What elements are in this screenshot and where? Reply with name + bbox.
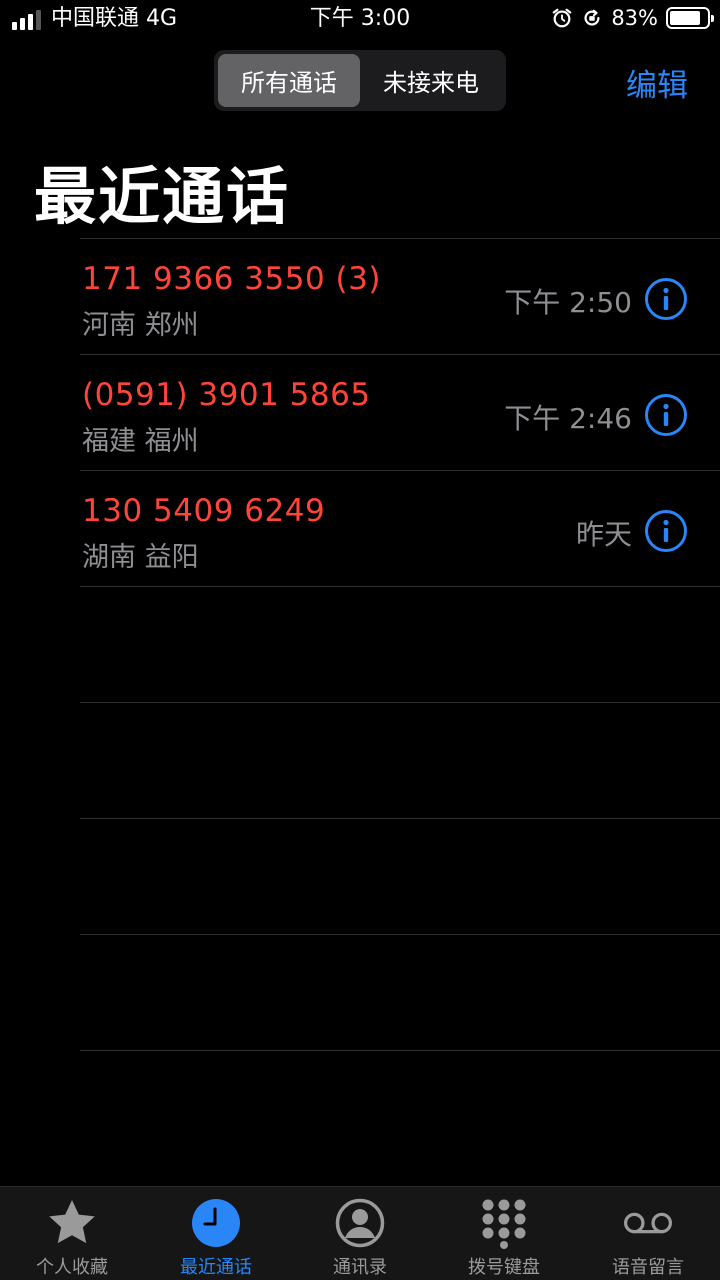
empty-row-separator	[80, 1050, 720, 1166]
edit-button[interactable]: 编辑	[626, 60, 688, 105]
tab-label: 个人收藏	[36, 1257, 108, 1278]
call-time: 下午 2:46	[504, 402, 632, 435]
star-icon	[46, 1197, 98, 1249]
call-row[interactable]: (0591) 3901 5865 福建 福州 下午 2:46	[80, 354, 720, 470]
page-title: 最近通话	[34, 160, 291, 233]
empty-row-separator	[80, 586, 720, 702]
call-row[interactable]: 171 9366 3550 (3) 河南 郑州 下午 2:50	[80, 238, 720, 354]
tab-voicemail[interactable]: 语音留言	[576, 1187, 720, 1280]
tab-keypad[interactable]: 拨号键盘	[432, 1187, 576, 1280]
recent-calls-list: 171 9366 3550 (3) 河南 郑州 下午 2:50 (0591) 3…	[80, 238, 720, 1166]
call-time: 下午 2:50	[504, 286, 632, 319]
tab-contacts[interactable]: 通讯录	[288, 1187, 432, 1280]
empty-row-separator	[80, 818, 720, 934]
call-number: 171 9366 3550 (3)	[82, 261, 381, 297]
orientation-lock-icon	[584, 9, 600, 26]
clock-icon	[190, 1197, 242, 1249]
call-location: 湖南 益阳	[82, 542, 199, 573]
keypad-icon	[478, 1197, 530, 1249]
call-time: 昨天	[575, 518, 632, 551]
battery-icon	[666, 7, 714, 29]
segment-all-calls[interactable]: 所有通话	[218, 54, 360, 107]
tab-label: 语音留言	[612, 1257, 684, 1278]
call-location: 福建 福州	[82, 426, 199, 457]
tab-label: 通讯录	[333, 1257, 387, 1278]
tab-label: 拨号键盘	[468, 1257, 540, 1278]
tab-recents[interactable]: 最近通话	[144, 1187, 288, 1280]
segment-missed-calls[interactable]: 未接来电	[360, 54, 502, 107]
battery-fill	[670, 11, 700, 25]
alarm-icon	[552, 8, 572, 28]
call-filter-segmented-control: 所有通话 未接来电	[214, 50, 506, 111]
status-bar: 中国联通 4G 下午 3:00 83%	[0, 0, 720, 40]
info-icon[interactable]	[644, 277, 688, 321]
voicemail-icon	[622, 1197, 674, 1249]
tab-label: 最近通话	[180, 1257, 252, 1278]
call-number: (0591) 3901 5865	[82, 377, 371, 413]
empty-row-separator	[80, 702, 720, 818]
call-number: 130 5409 6249	[82, 493, 326, 529]
info-icon[interactable]	[644, 509, 688, 553]
tab-favorites[interactable]: 个人收藏	[0, 1187, 144, 1280]
status-right: 83%	[551, 5, 714, 31]
empty-row-separator	[80, 934, 720, 1050]
call-row[interactable]: 130 5409 6249 湖南 益阳 昨天	[80, 470, 720, 586]
battery-percentage: 83%	[611, 6, 658, 30]
info-icon[interactable]	[644, 393, 688, 437]
call-location: 河南 郑州	[82, 310, 199, 341]
person-icon	[334, 1197, 386, 1249]
tab-bar: 个人收藏 最近通话 通讯录 拨号键盘 语音留言	[0, 1186, 720, 1280]
